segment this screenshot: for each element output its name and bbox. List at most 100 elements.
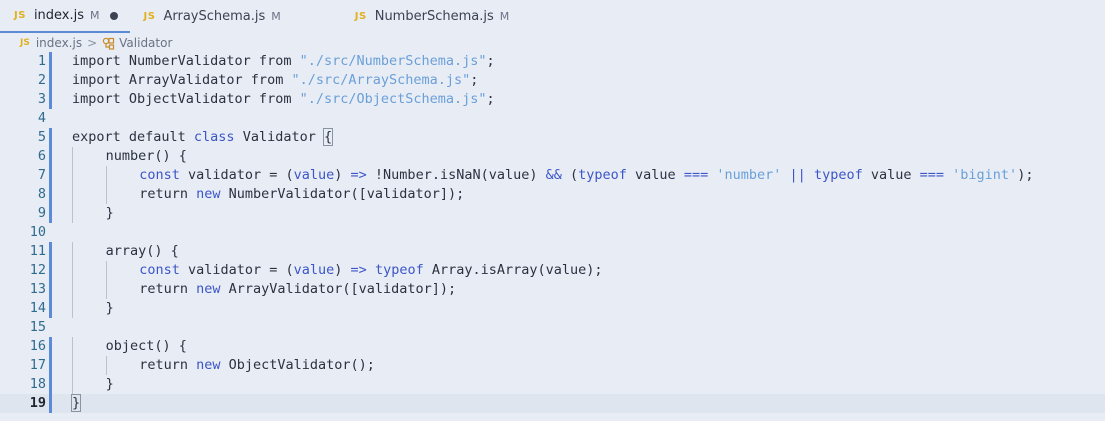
indent-guide — [72, 375, 73, 394]
indent-guide — [105, 166, 107, 185]
code-line[interactable]: 14} — [0, 299, 1105, 318]
indent-guide — [72, 185, 73, 204]
keyword-token: new — [196, 186, 221, 202]
keyword-token: === — [919, 167, 945, 183]
line-content: return new ObjectValidator(); — [139, 356, 375, 375]
indent-guide — [72, 242, 73, 261]
code-line[interactable]: 1 import NumberValidator from "./src/Numb… — [0, 52, 1105, 71]
keyword-token: || — [789, 167, 806, 183]
code-line[interactable]: 4 — [0, 109, 1105, 128]
code-line[interactable]: 8 return new NumberValidator([validator])… — [0, 185, 1105, 204]
string-token: "./src/NumberSchema.js" — [299, 53, 487, 69]
code-line[interactable]: 17 return new ObjectValidator(); — [0, 356, 1105, 375]
js-file-icon: JS — [143, 11, 156, 22]
modified-line-marker — [49, 71, 52, 90]
modified-line-marker — [49, 299, 52, 318]
keyword-token: value — [293, 167, 335, 183]
tab-label: NumberSchema.js — [374, 9, 494, 24]
indent-guide — [72, 204, 73, 223]
keyword-token: typeof — [813, 167, 863, 183]
tab-numberschema-js[interactable]: JS NumberSchema.js M — [341, 0, 569, 33]
indent-guide — [72, 147, 73, 166]
code-token: import ObjectValidator from — [72, 91, 300, 107]
code-line[interactable]: 11 array() { — [0, 242, 1105, 261]
indent-guide — [105, 261, 107, 280]
modified-line-marker — [49, 128, 52, 147]
tab-bar: JS index.js M JS ArraySchema.js M JS NumberSche… — [0, 0, 1105, 33]
code-area[interactable]: 1 import NumberValidator from "./src/Numb… — [0, 52, 1105, 413]
code-token: validator = ( — [179, 262, 294, 278]
modified-line-marker — [49, 185, 52, 204]
string-token: 'number' — [716, 167, 782, 183]
code-line[interactable]: 15 — [0, 318, 1105, 337]
code-line[interactable]: 12 const validator = (value) => typeof Ar… — [0, 261, 1105, 280]
code-line[interactable]: 18} — [0, 375, 1105, 394]
line-content: } — [70, 394, 82, 413]
line-number: 5 — [37, 129, 46, 145]
line-content: number() { — [106, 147, 187, 166]
line-number: 9 — [37, 205, 46, 221]
code-token: return — [139, 186, 197, 202]
string-token: 'bigint' — [952, 167, 1018, 183]
code-line[interactable]: 16 object() { — [0, 337, 1105, 356]
indent-guide — [72, 166, 73, 185]
line-number: 8 — [37, 186, 46, 202]
line-number: 4 — [37, 110, 46, 126]
line-number: 12 — [29, 262, 46, 278]
code-line[interactable]: 9} — [0, 204, 1105, 223]
code-line[interactable]: 2 import ArrayValidator from "./src/Array… — [0, 71, 1105, 90]
keyword-token: value — [293, 262, 335, 278]
string-token: "./src/ObjectSchema.js" — [299, 91, 487, 107]
code-token: value — [862, 167, 920, 183]
code-line[interactable]: 19} — [0, 394, 1105, 413]
code-line[interactable]: 13 return new ArrayValidator([validator])… — [0, 280, 1105, 299]
keyword-token: typeof — [578, 167, 627, 183]
code-line[interactable]: 6 number() { — [0, 147, 1105, 166]
tab-label: ArraySchema.js — [163, 9, 266, 24]
modified-badge: M — [499, 10, 510, 23]
line-number: 10 — [29, 224, 46, 240]
line-number: 1 — [37, 53, 46, 69]
tab-arrayschema-js[interactable]: JS ArraySchema.js M — [130, 0, 341, 33]
code-token: Array.isArray(value); — [423, 262, 603, 278]
breadcrumb-symbol[interactable]: Validator — [119, 36, 172, 50]
line-number: 14 — [29, 300, 46, 316]
line-content: array() { — [106, 242, 179, 261]
keyword-token: && — [545, 167, 562, 183]
js-file-icon: JS — [20, 38, 30, 48]
code-token: return — [139, 281, 197, 297]
code-token: ; — [486, 91, 495, 107]
code-line[interactable]: 10 — [0, 223, 1105, 242]
tab-index-js[interactable]: JS index.js M — [0, 0, 130, 33]
line-content: return new ArrayValidator([validator]); — [139, 280, 456, 299]
code-token: export default — [72, 129, 194, 145]
line-number: 18 — [29, 376, 46, 392]
indent-guide — [105, 356, 107, 375]
modified-line-marker — [49, 90, 52, 109]
code-line[interactable]: 3 import ObjectValidator from "./src/Obje… — [0, 90, 1105, 109]
code-line[interactable]: 5 export default class Validator { — [0, 128, 1105, 147]
modified-badge: M — [90, 9, 100, 22]
js-file-icon: JS — [354, 11, 367, 22]
code-token: Validator — [234, 129, 324, 145]
tab-label: index.js — [33, 8, 85, 23]
keyword-token: => — [350, 262, 367, 278]
class-symbol-icon — [102, 37, 115, 50]
line-content: const validator = (value) => typeof Arra… — [139, 261, 602, 280]
indent-guide — [72, 299, 73, 318]
keyword-token: => — [350, 167, 367, 183]
line-number: 16 — [29, 338, 46, 354]
line-content: export default class Validator { — [72, 128, 334, 147]
keyword-token: new — [196, 357, 221, 373]
keyword-token: class — [193, 129, 235, 145]
code-token: import NumberValidator from — [72, 53, 300, 69]
line-number: 11 — [29, 243, 46, 259]
breadcrumb: JS index.js > Validator — [0, 33, 1105, 53]
line-number: 15 — [29, 319, 46, 335]
unsaved-dot-icon[interactable] — [109, 11, 118, 20]
modified-line-marker — [49, 375, 52, 394]
code-line[interactable]: 7 const validator = (value) => !Number.is… — [0, 166, 1105, 185]
code-token: object() { — [105, 338, 187, 354]
breadcrumb-file[interactable]: index.js — [36, 36, 82, 50]
